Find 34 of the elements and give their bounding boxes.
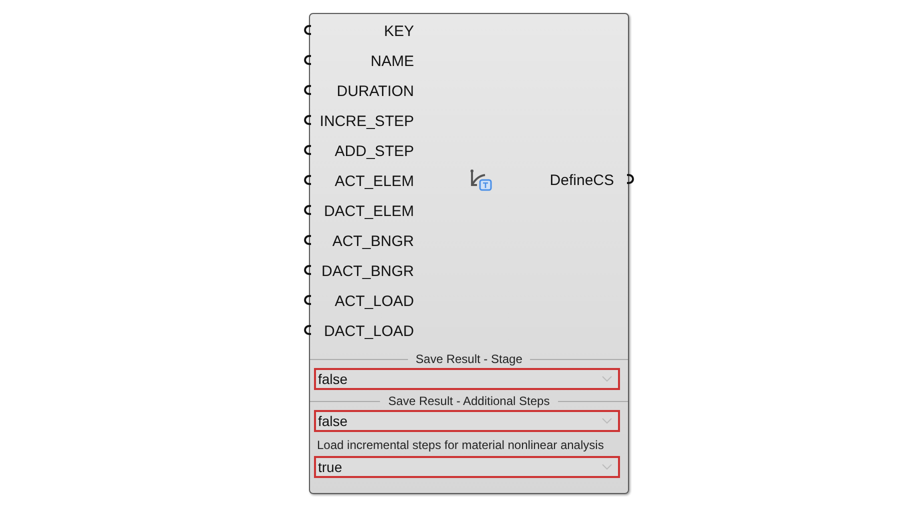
chevron-icon — [602, 464, 612, 470]
input-grip-icon[interactable] — [304, 175, 311, 185]
input-label: DURATION — [336, 82, 414, 100]
input-grip-icon[interactable] — [304, 295, 311, 305]
input-label: DACT_BNGR — [321, 262, 414, 280]
section-title: Load incremental steps for material nonlinear analysis — [317, 438, 604, 452]
input-label: ACT_ELEM — [334, 172, 414, 190]
input-grip-icon[interactable] — [304, 325, 311, 335]
input-label: ACT_BNGR — [332, 232, 414, 250]
input-grip-icon[interactable] — [304, 265, 311, 275]
input-label: ADD_STEP — [334, 142, 414, 160]
input-label: NAME — [370, 52, 414, 70]
section-title: Save Result - Additional Steps — [388, 394, 550, 408]
input-grip-icon[interactable] — [304, 205, 311, 215]
input-label: DACT_LOAD — [324, 322, 414, 340]
output-label: DefineCS — [550, 172, 614, 188]
input-grip-icon[interactable] — [304, 85, 311, 95]
input-label: KEY — [384, 22, 414, 40]
input-grip-icon[interactable] — [304, 145, 311, 155]
curve-axis-icon — [469, 169, 493, 191]
chevron-icon — [602, 418, 612, 424]
input-label: INCRE_STEP — [320, 112, 414, 130]
section-title: Save Result - Stage — [416, 352, 522, 366]
dropdown[interactable]: false — [314, 410, 620, 432]
output-grip-icon[interactable] — [627, 174, 634, 184]
input-label: ACT_LOAD — [334, 292, 414, 310]
dropdown[interactable]: false — [314, 368, 620, 390]
input-grip-icon[interactable] — [304, 55, 311, 65]
dropdown[interactable]: true — [314, 456, 620, 478]
chevron-icon — [602, 376, 612, 382]
input-grip-icon[interactable] — [304, 115, 311, 125]
input-grip-icon[interactable] — [304, 25, 311, 35]
input-label: DACT_ELEM — [324, 202, 414, 220]
input-grip-icon[interactable] — [304, 235, 311, 245]
